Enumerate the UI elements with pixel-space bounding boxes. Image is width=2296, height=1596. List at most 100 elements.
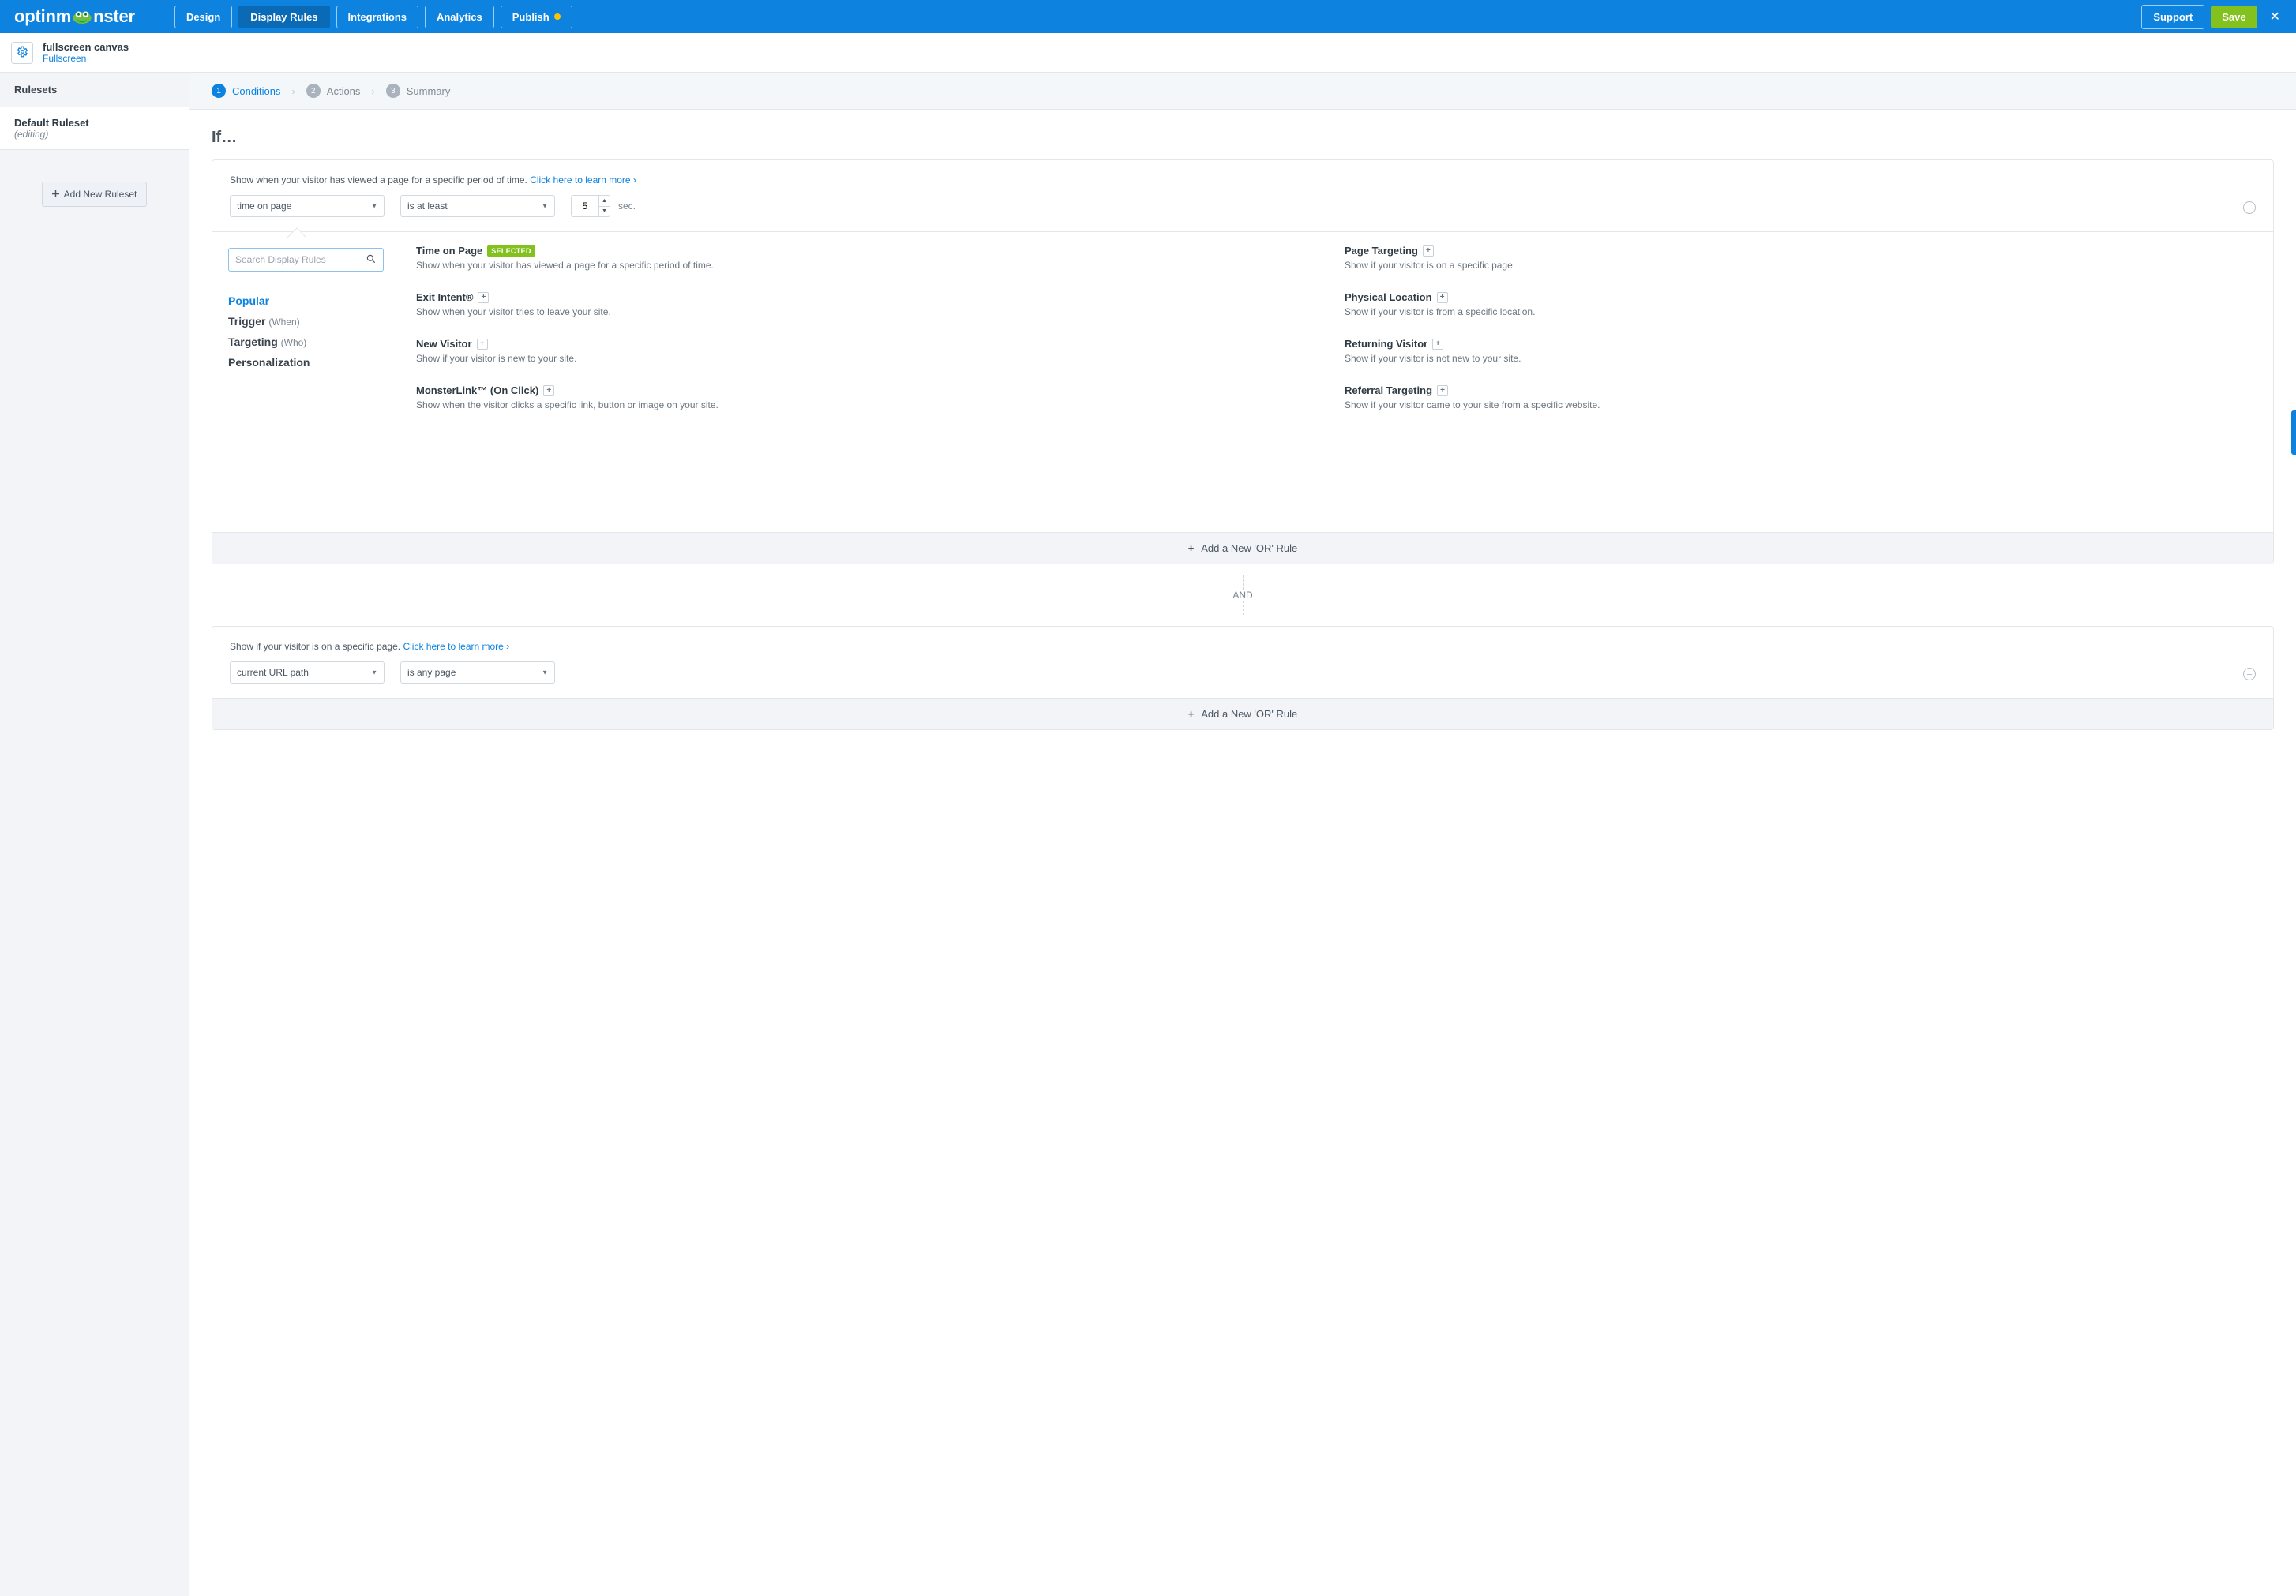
chevron-down-icon: ▼ — [542, 669, 548, 676]
seconds-unit-label: sec. — [618, 200, 636, 212]
search-display-rules-input[interactable] — [228, 248, 384, 272]
add-rule-button[interactable]: + — [543, 385, 554, 396]
spinner-down[interactable]: ▼ — [599, 207, 610, 217]
tab-label: Design — [186, 11, 220, 23]
rule-catalog-panel: Popular Trigger (When) Targeting (Who) P… — [212, 231, 2273, 532]
vertical-dash-icon — [1243, 575, 1244, 590]
tab-publish[interactable]: Publish — [501, 6, 572, 28]
search-icon — [366, 253, 377, 267]
catalog-item-physical-location[interactable]: Physical Location + Show if your visitor… — [1345, 291, 2257, 317]
plus-icon: + — [482, 294, 486, 302]
select-value: is any page — [407, 667, 456, 678]
button-label: Support — [2153, 11, 2193, 23]
if-heading: If… — [212, 129, 2274, 147]
rule-type-select[interactable]: current URL path ▼ — [230, 661, 385, 684]
add-ruleset-button[interactable]: Add New Ruleset — [42, 182, 148, 207]
catalog-item-page-targeting[interactable]: Page Targeting + Show if your visitor is… — [1345, 245, 2257, 271]
chevron-down-icon: ▼ — [371, 669, 377, 676]
wizard-step-summary[interactable]: 3 Summary — [386, 84, 451, 98]
ruleset-item[interactable]: Default Ruleset (editing) — [0, 107, 189, 150]
content-area: 1 Conditions › 2 Actions › 3 Summary If…… — [189, 73, 2296, 1596]
catalog-item-desc: Show if your visitor is not new to your … — [1345, 353, 2257, 364]
category-trigger[interactable]: Trigger (When) — [228, 311, 384, 332]
campaign-name: fullscreen canvas — [43, 41, 129, 53]
add-rule-button[interactable]: + — [477, 339, 488, 350]
rule-operator-select[interactable]: is at least ▼ — [400, 195, 555, 217]
tab-design[interactable]: Design — [174, 6, 232, 28]
catalog-item-time-on-page[interactable]: Time on Page SELECTED Show when your vis… — [416, 245, 1329, 271]
add-rule-button[interactable]: + — [1423, 245, 1434, 257]
ruleset-title: Default Ruleset — [14, 117, 174, 129]
catalog-item-title: MonsterLink™ (On Click) — [416, 384, 538, 396]
chevron-down-icon: ▼ — [371, 203, 377, 210]
campaign-subbar: fullscreen canvas Fullscreen — [0, 33, 2296, 73]
minus-icon: − — [2246, 203, 2253, 213]
wizard-step-actions[interactable]: 2 Actions — [306, 84, 361, 98]
add-or-rule-button[interactable]: + Add a New 'OR' Rule — [212, 532, 2273, 564]
add-rule-button[interactable]: + — [478, 292, 489, 303]
tab-label: Integrations — [348, 11, 407, 23]
add-rule-button[interactable]: + — [1437, 385, 1448, 396]
save-button[interactable]: Save — [2211, 6, 2257, 28]
button-label: Save — [2222, 11, 2245, 23]
tab-label: Publish — [512, 11, 550, 23]
catalog-item-new-visitor[interactable]: New Visitor + Show if your visitor is ne… — [416, 338, 1329, 364]
catalog-item-title: Returning Visitor — [1345, 338, 1427, 350]
rule-card-time-on-page: Show when your visitor has viewed a page… — [212, 159, 2274, 564]
remove-rule-button[interactable]: − — [2243, 668, 2256, 680]
tab-integrations[interactable]: Integrations — [336, 6, 418, 28]
chevron-right-icon: › — [371, 85, 374, 97]
and-connector: AND — [212, 564, 2274, 626]
category-targeting[interactable]: Targeting (Who) — [228, 332, 384, 352]
catalog-item-title: Physical Location — [1345, 291, 1432, 303]
catalog-item-exit-intent[interactable]: Exit Intent® + Show when your visitor tr… — [416, 291, 1329, 317]
vertical-dash-icon — [1243, 601, 1244, 615]
rulesets-sidebar: Rulesets Default Ruleset (editing) Add N… — [0, 73, 189, 1596]
publish-status-dot-icon — [554, 13, 561, 20]
plus-icon: + — [1188, 708, 1195, 720]
category-personalization[interactable]: Personalization — [228, 352, 384, 373]
close-button[interactable]: ✕ — [2264, 4, 2287, 29]
catalog-item-referral-targeting[interactable]: Referral Targeting + Show if your visito… — [1345, 384, 2257, 410]
add-rule-button[interactable]: + — [1432, 339, 1443, 350]
rule-type-select[interactable]: time on page ▼ — [230, 195, 385, 217]
category-popular[interactable]: Popular — [228, 290, 384, 311]
ruleset-state: (editing) — [14, 129, 174, 140]
search-field[interactable] — [235, 254, 366, 265]
rule-description: Show if your visitor is on a specific pa… — [230, 641, 2256, 652]
tab-analytics[interactable]: Analytics — [425, 6, 494, 28]
learn-more-link[interactable]: Click here to learn more — [530, 174, 636, 185]
selected-badge: SELECTED — [487, 245, 535, 257]
spinner-up[interactable]: ▲ — [599, 196, 610, 207]
plus-icon: + — [480, 340, 485, 348]
add-rule-button[interactable]: + — [1437, 292, 1448, 303]
catalog-item-monsterlink[interactable]: MonsterLink™ (On Click) + Show when the … — [416, 384, 1329, 410]
plus-icon: + — [1435, 340, 1440, 348]
sidebar-header: Rulesets — [0, 73, 189, 107]
and-label: AND — [1232, 590, 1252, 601]
brand-mascot-icon — [72, 9, 92, 24]
wizard-step-conditions[interactable]: 1 Conditions — [212, 84, 280, 98]
catalog-item-desc: Show when your visitor has viewed a page… — [416, 260, 1329, 271]
tab-display-rules[interactable]: Display Rules — [238, 6, 329, 28]
wizard-step-label: Summary — [407, 85, 451, 97]
right-edge-tab[interactable] — [2291, 410, 2296, 455]
support-button[interactable]: Support — [2141, 5, 2204, 29]
seconds-input[interactable]: ▲ ▼ — [571, 195, 610, 217]
seconds-value[interactable] — [572, 196, 598, 216]
wizard-step-label: Conditions — [232, 85, 280, 97]
remove-rule-button[interactable]: − — [2243, 201, 2256, 214]
catalog-item-desc: Show if your visitor is on a specific pa… — [1345, 260, 2257, 271]
top-nav-tabs: Design Display Rules Integrations Analyt… — [174, 6, 572, 28]
campaign-meta: fullscreen canvas Fullscreen — [43, 41, 129, 64]
add-or-rule-button[interactable]: + Add a New 'OR' Rule — [212, 698, 2273, 729]
campaign-settings-button[interactable] — [11, 42, 33, 64]
top-right-actions: Support Save ✕ — [2141, 4, 2287, 29]
wizard-steps: 1 Conditions › 2 Actions › 3 Summary — [189, 73, 2296, 110]
learn-more-link[interactable]: Click here to learn more — [403, 641, 509, 652]
rule-operator-select[interactable]: is any page ▼ — [400, 661, 555, 684]
chevron-right-icon: › — [291, 85, 295, 97]
wizard-step-number: 2 — [306, 84, 321, 98]
catalog-item-returning-visitor[interactable]: Returning Visitor + Show if your visitor… — [1345, 338, 2257, 364]
button-label: Add a New 'OR' Rule — [1201, 708, 1297, 720]
